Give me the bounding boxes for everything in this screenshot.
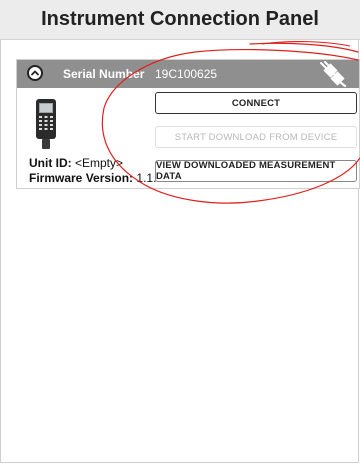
chevron-up-icon[interactable] — [27, 65, 43, 81]
unit-id-row: Unit ID: <Empty> — [29, 156, 123, 170]
firmware-version-row: Firmware Version: 1.1.8 — [29, 171, 163, 185]
window-title-bar: Instrument Connection Panel — [0, 0, 360, 40]
instrument-panel-header: Serial Number 19C100625 — [17, 60, 359, 88]
handheld-meter-icon — [36, 99, 56, 149]
view-downloaded-data-button[interactable]: VIEW DOWNLOADED MEASUREMENT DATA — [155, 160, 357, 182]
unit-id-label: Unit ID: — [29, 156, 72, 170]
window-title: Instrument Connection Panel — [41, 8, 319, 30]
instrument-panel: Serial Number 19C100625 Unit ID: <Empty>… — [16, 59, 360, 189]
firmware-version-label: Firmware Version: — [29, 171, 134, 185]
start-download-button[interactable]: START DOWNLOAD FROM DEVICE — [155, 126, 357, 148]
serial-number-value: 19C100625 — [155, 67, 218, 81]
plug-disconnected-icon[interactable] — [317, 61, 347, 87]
connect-button[interactable]: CONNECT — [155, 92, 357, 114]
serial-number-label: Serial Number — [63, 67, 145, 81]
unit-id-value: <Empty> — [75, 156, 124, 170]
